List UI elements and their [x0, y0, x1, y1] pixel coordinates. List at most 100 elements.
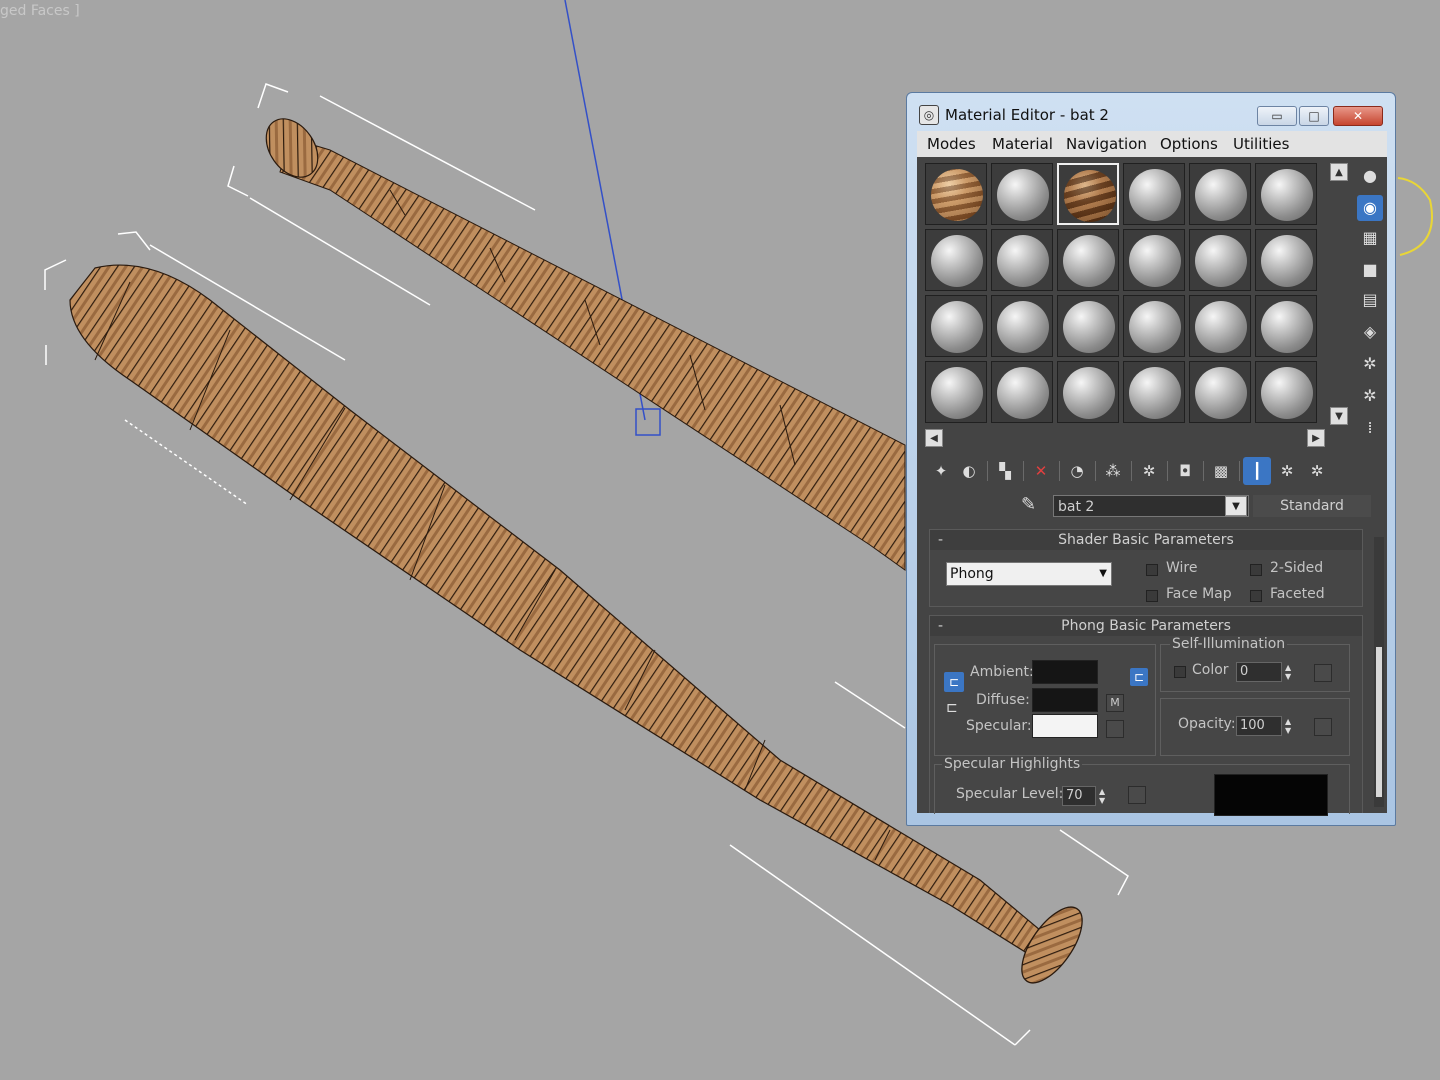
go-to-parent-icon[interactable]: ┃ [1243, 457, 1271, 485]
material-sample-slot[interactable] [991, 295, 1053, 357]
material-sample-slot[interactable] [1255, 295, 1317, 357]
faceted-checkbox[interactable] [1250, 590, 1262, 602]
two-sided-label: 2-Sided [1270, 560, 1324, 576]
put-to-library-icon[interactable]: ⁂ [1099, 457, 1127, 485]
rollout-scrollbar-thumb[interactable] [1376, 647, 1382, 797]
diffuse-map-button[interactable]: M [1106, 694, 1124, 712]
uv-tiling-icon[interactable]: ■ [1357, 257, 1383, 283]
make-unique-icon[interactable]: ◔ [1063, 457, 1091, 485]
self-illum-map-button[interactable] [1314, 664, 1332, 682]
material-sample-slot[interactable] [925, 361, 987, 423]
material-sample-slot[interactable] [925, 295, 987, 357]
material-id-channel-icon[interactable]: ✲ [1135, 457, 1163, 485]
menu-utilities[interactable]: Utilities [1233, 135, 1289, 153]
minimize-button[interactable]: ▭ [1257, 106, 1297, 126]
pick-material-icon[interactable]: ✲ [1303, 457, 1331, 485]
self-illum-color-checkbox[interactable] [1174, 666, 1186, 678]
material-name-dropdown-icon[interactable]: ▼ [1225, 496, 1247, 516]
shader-rollout-header[interactable]: - Shader Basic Parameters [930, 530, 1362, 550]
material-sample-slot[interactable] [1189, 295, 1251, 357]
background-icon[interactable]: ▦ [1357, 225, 1383, 251]
specular-color-swatch[interactable] [1032, 714, 1098, 738]
slots-scroll-up-icon[interactable]: ▲ [1330, 163, 1348, 181]
sample-slots [925, 163, 1325, 427]
two-sided-checkbox[interactable] [1250, 564, 1262, 576]
diffuse-color-swatch[interactable] [1032, 688, 1098, 712]
material-type-button[interactable]: Standard [1253, 495, 1371, 517]
ambient-diffuse-lock-icon[interactable]: ⊏ [944, 672, 964, 692]
material-editor-titlebar[interactable]: ◎ Material Editor - bat 2 ▭ □ ✕ [907, 93, 1395, 127]
material-sample-slot[interactable] [925, 163, 987, 225]
material-sample-slot[interactable] [1057, 229, 1119, 291]
rollout-scrollbar[interactable] [1374, 537, 1384, 807]
material-name-field[interactable]: bat 2 [1053, 495, 1249, 517]
shader-type-dropdown[interactable]: Phong ▼ [946, 562, 1112, 586]
material-sample-slot[interactable] [1057, 295, 1119, 357]
opacity-spinner[interactable]: 100 ▲ ▼ [1236, 716, 1291, 736]
material-map-navigator-icon[interactable]: ⁞ [1357, 415, 1383, 441]
diffuse-specular-lock-icon[interactable]: ⊏ [1130, 668, 1148, 686]
highlight-curve-graph [1214, 774, 1328, 816]
menu-options[interactable]: Options [1160, 135, 1218, 153]
material-sample-slot[interactable] [925, 229, 987, 291]
wire-checkbox[interactable] [1146, 564, 1158, 576]
specular-level-spinner[interactable]: 70 ▲ ▼ [1062, 786, 1105, 806]
menu-navigation[interactable]: Navigation [1066, 135, 1147, 153]
menu-modes[interactable]: Modes [927, 135, 976, 153]
material-sample-slot[interactable] [1255, 163, 1317, 225]
ambient-color-swatch[interactable] [1032, 660, 1098, 684]
max-app-icon: ◎ [919, 105, 939, 125]
material-sphere-preview [997, 301, 1049, 353]
material-sample-slot[interactable] [1057, 361, 1119, 423]
menu-material[interactable]: Material [992, 135, 1053, 153]
material-sample-slot[interactable] [1123, 163, 1185, 225]
options-icon[interactable]: ✲ [1357, 351, 1383, 377]
go-forward-to-sibling-icon[interactable]: ✲ [1273, 457, 1301, 485]
close-button[interactable]: ✕ [1333, 106, 1383, 126]
material-sample-slot[interactable] [1123, 295, 1185, 357]
slots-scroll-down-icon[interactable]: ▼ [1330, 407, 1348, 425]
shader-basic-parameters-rollout: - Shader Basic Parameters Phong ▼ Wire 2-… [929, 529, 1363, 607]
material-sample-slot[interactable] [1189, 163, 1251, 225]
phong-rollout-header[interactable]: - Phong Basic Parameters [930, 616, 1362, 636]
material-sample-slot[interactable] [1189, 361, 1251, 423]
sample-type-icon[interactable]: ● [1357, 163, 1383, 189]
light-target-icon [635, 408, 661, 436]
reset-map-icon[interactable]: ✕ [1027, 457, 1055, 485]
backlight-icon[interactable]: ◉ [1357, 195, 1383, 221]
material-sample-slot[interactable] [1189, 229, 1251, 291]
menu-bar: Modes Material Navigation Options Utilit… [917, 131, 1387, 157]
material-sample-slot[interactable] [991, 361, 1053, 423]
material-sample-slot[interactable] [1057, 163, 1119, 225]
show-map-in-viewport-icon[interactable]: ◘ [1171, 457, 1199, 485]
put-to-scene-icon[interactable]: ◐ [955, 457, 983, 485]
specular-map-button[interactable] [1106, 720, 1124, 738]
self-illum-spinner[interactable]: 0 ▲ ▼ [1236, 662, 1291, 682]
face-map-checkbox[interactable] [1146, 590, 1158, 602]
material-sample-slot[interactable] [991, 163, 1053, 225]
ambient-label: Ambient: [970, 664, 1034, 680]
material-sample-slot[interactable] [1123, 361, 1185, 423]
material-sample-slot[interactable] [1123, 229, 1185, 291]
maximize-button[interactable]: □ [1299, 106, 1329, 126]
material-editor-window[interactable]: ◎ Material Editor - bat 2 ▭ □ ✕ Modes Ma… [906, 92, 1396, 826]
make-preview-icon[interactable]: ◈ [1357, 319, 1383, 345]
material-sample-slot[interactable] [1255, 229, 1317, 291]
material-sphere-preview [931, 367, 983, 419]
video-color-check-icon[interactable]: ▤ [1357, 287, 1383, 313]
opacity-map-button[interactable] [1314, 718, 1332, 736]
material-sample-slot[interactable] [1255, 361, 1317, 423]
show-end-result-icon[interactable]: ▩ [1207, 457, 1235, 485]
eyedropper-icon[interactable]: ✎ [1021, 494, 1036, 515]
get-material-icon[interactable]: ✦ [927, 457, 955, 485]
material-sample-slot[interactable] [991, 229, 1053, 291]
slots-scroll-left-icon[interactable]: ◀ [925, 429, 943, 447]
specular-level-map-button[interactable] [1128, 786, 1146, 804]
slots-scroll-right-icon[interactable]: ▶ [1307, 429, 1325, 447]
link-icon[interactable]: ⊏ [946, 700, 958, 716]
select-by-material-icon[interactable]: ✲ [1357, 383, 1383, 409]
assign-to-selection-icon[interactable]: ▚ [991, 457, 1019, 485]
material-sphere-preview [1261, 235, 1313, 287]
material-sphere-preview [1129, 301, 1181, 353]
material-sphere-preview [997, 367, 1049, 419]
